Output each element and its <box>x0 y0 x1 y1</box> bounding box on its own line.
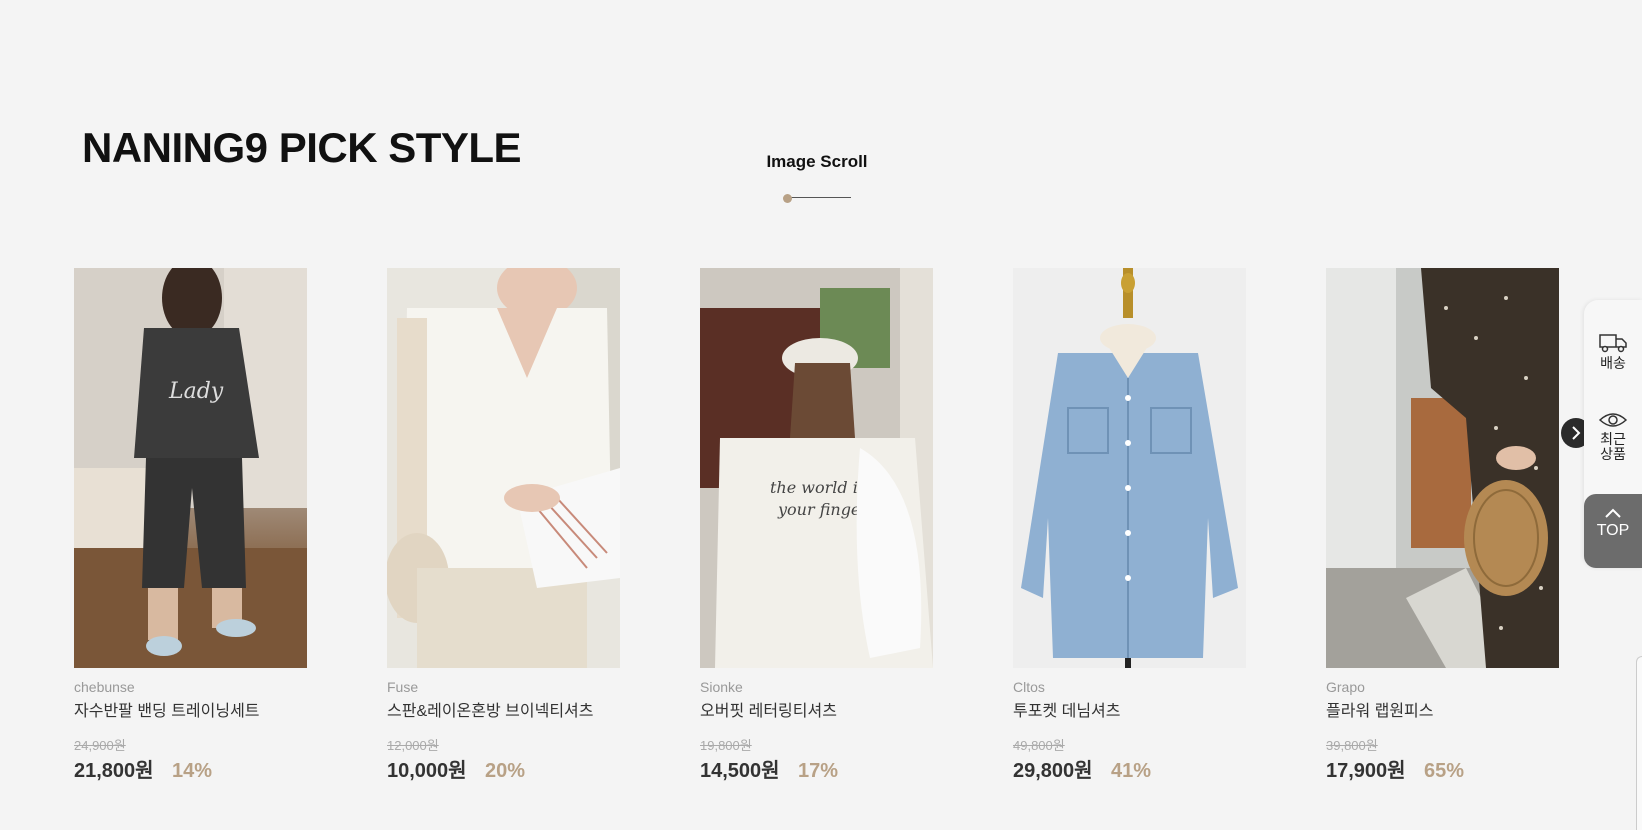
product-card[interactable]: Lady chebunse 자수반팔 밴딩 트레이닝세트 24,900원 21,… <box>74 268 307 784</box>
image-scroll-indicator[interactable]: Image Scroll <box>756 152 878 203</box>
scroll-track[interactable] <box>783 194 851 203</box>
product-image[interactable] <box>1326 268 1559 668</box>
price-row: 10,000원 20% <box>387 758 620 784</box>
product-card[interactable]: Cltos 투포켓 데님셔츠 49,800원 29,800원 41% <box>1013 268 1246 784</box>
truck-icon <box>1599 334 1627 353</box>
page: NANING9 PICK STYLE Image Scroll Lady che… <box>0 0 1642 830</box>
scroll-track-line <box>787 197 851 198</box>
product-original-price: 24,900원 <box>74 738 126 753</box>
product-image[interactable] <box>1013 268 1246 668</box>
product-card[interactable]: Grapo 플라워 랩원피스 39,800원 17,900원 65% <box>1326 268 1559 784</box>
recent-label-line1: 최근 <box>1600 431 1626 447</box>
chevron-right-icon <box>1572 426 1581 440</box>
product-price: 17,900원 <box>1326 760 1406 782</box>
scroll-thumb[interactable] <box>783 194 792 203</box>
delivery-label: 배송 <box>1600 355 1626 371</box>
product-original-price: 49,800원 <box>1013 738 1065 753</box>
product-name[interactable]: 오버핏 레터링티셔츠 <box>700 702 933 722</box>
product-name[interactable]: 투포켓 데님셔츠 <box>1013 702 1246 722</box>
product-original-price: 12,000원 <box>387 738 439 753</box>
image-scroll-label: Image Scroll <box>766 152 868 171</box>
product-discount: 14% <box>172 760 213 782</box>
product-name[interactable]: 자수반팔 밴딩 트레이닝세트 <box>74 702 307 722</box>
product-image[interactable] <box>387 268 620 668</box>
recent-label-line2: 상품 <box>1600 446 1626 462</box>
product-discount: 20% <box>485 760 526 782</box>
product-discount: 17% <box>798 760 839 782</box>
product-name[interactable]: 스판&레이온혼방 브이넥티셔츠 <box>387 702 620 722</box>
price-row: 17,900원 65% <box>1326 758 1559 784</box>
top-label: TOP <box>1596 522 1630 539</box>
eye-icon <box>1598 413 1628 427</box>
product-image[interactable]: the world is your finger <box>700 268 933 668</box>
price-row: 29,800원 41% <box>1013 758 1246 784</box>
quick-menu: 배송 최근 상품 TOP <box>1584 300 1642 568</box>
product-brand: chebunse <box>74 679 135 695</box>
product-brand: Fuse <box>387 679 419 695</box>
price-row: 21,800원 14% <box>74 758 307 784</box>
svg-text:the world is: the world is <box>770 478 866 497</box>
product-price: 14,500원 <box>700 760 780 782</box>
product-original-price: 19,800원 <box>700 738 752 753</box>
product-card[interactable]: Fuse 스판&레이온혼방 브이넥티셔츠 12,000원 10,000원 20% <box>387 268 620 784</box>
price-row: 14,500원 17% <box>700 758 933 784</box>
product-name[interactable]: 플라워 랩원피스 <box>1326 702 1559 722</box>
product-brand: Grapo <box>1326 679 1365 695</box>
product-discount: 41% <box>1111 760 1152 782</box>
product-card[interactable]: the world is your finger Sionke 오버핏 레터링티… <box>700 268 933 784</box>
product-original-price: 39,800원 <box>1326 738 1378 753</box>
product-image[interactable]: Lady <box>74 268 307 668</box>
scroll-top-button[interactable]: TOP <box>1584 494 1642 568</box>
svg-text:Lady: Lady <box>168 379 224 404</box>
product-brand: Cltos <box>1013 679 1045 695</box>
product-discount: 65% <box>1424 760 1465 782</box>
delivery-button[interactable]: 배송 <box>1584 330 1642 371</box>
product-brand: Sionke <box>700 679 743 695</box>
product-price: 10,000원 <box>387 760 467 782</box>
product-price: 21,800원 <box>74 760 154 782</box>
svg-text:your finger: your finger <box>777 500 869 519</box>
chevron-up-icon <box>1605 508 1621 518</box>
product-list: Lady chebunse 자수반팔 밴딩 트레이닝세트 24,900원 21,… <box>74 268 1574 788</box>
section-title: NANING9 PICK STYLE <box>82 124 522 171</box>
edge-widget <box>1636 656 1642 830</box>
recent-products-button[interactable]: 최근 상품 <box>1584 410 1642 462</box>
product-price: 29,800원 <box>1013 760 1093 782</box>
